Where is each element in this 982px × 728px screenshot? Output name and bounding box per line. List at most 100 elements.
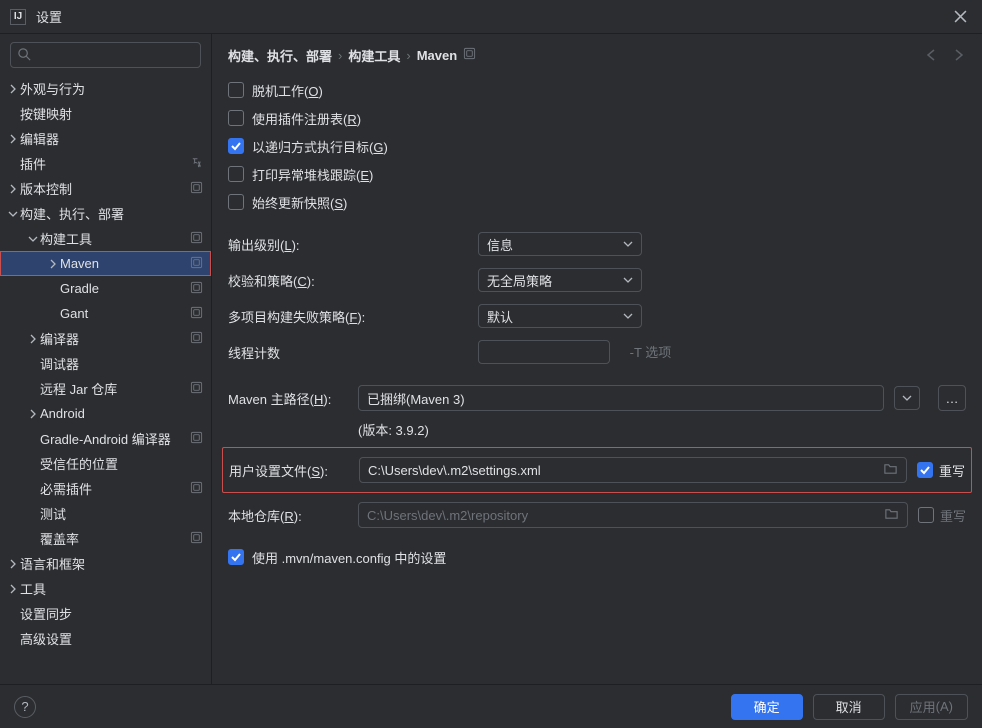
- local-repo-override-checkbox[interactable]: [918, 507, 934, 523]
- local-repo-field[interactable]: C:\Users\dev\.m2\repository: [358, 502, 908, 528]
- plugin-registry-checkbox[interactable]: [228, 110, 244, 126]
- project-scope-icon: [463, 47, 476, 63]
- sidebar-item-label: 测试: [40, 504, 203, 523]
- project-scope-icon: [190, 281, 203, 297]
- sidebar-item-label: 远程 Jar 仓库: [40, 379, 186, 398]
- user-settings-field[interactable]: C:\Users\dev\.m2\settings.xml: [359, 457, 907, 483]
- search-icon: [17, 47, 32, 62]
- footer: ? 确定 取消 应用(A): [0, 684, 982, 728]
- recursive-label[interactable]: 以递归方式执行目标(G): [252, 137, 388, 156]
- chevron-down-icon: [26, 232, 40, 246]
- project-scope-icon: [190, 231, 203, 247]
- sidebar-item[interactable]: 测试: [0, 501, 211, 526]
- checksum-policy-select[interactable]: 无全局策略: [478, 268, 642, 292]
- chevron-down-icon: [6, 207, 20, 221]
- sidebar-item[interactable]: 受信任的位置: [0, 451, 211, 476]
- use-mvn-config-label[interactable]: 使用 .mvn/maven.config 中的设置: [252, 548, 446, 567]
- maven-home-field[interactable]: 已捆绑(Maven 3): [358, 385, 884, 411]
- chevron-right-icon: [6, 557, 20, 571]
- folder-icon[interactable]: [883, 461, 898, 479]
- cancel-button[interactable]: 取消: [813, 694, 885, 720]
- sidebar-item-label: 构建、执行、部署: [20, 204, 203, 223]
- failure-policy-select[interactable]: 默认: [478, 304, 642, 328]
- offline-label[interactable]: 脱机工作(O): [252, 81, 323, 100]
- chevron-down-icon: [623, 311, 633, 321]
- sidebar-item-label: 构建工具: [40, 229, 186, 248]
- project-scope-icon: [190, 306, 203, 322]
- window-title: 设置: [36, 7, 948, 26]
- sidebar-item[interactable]: Gant: [0, 301, 211, 326]
- sidebar-item[interactable]: 版本控制: [0, 176, 211, 201]
- sidebar-item[interactable]: 插件: [0, 151, 211, 176]
- close-button[interactable]: [948, 5, 972, 29]
- offline-checkbox[interactable]: [228, 82, 244, 98]
- use-mvn-config-checkbox[interactable]: [228, 549, 244, 565]
- forward-icon[interactable]: [950, 47, 966, 63]
- local-repo-override-label[interactable]: 重写: [940, 506, 966, 525]
- breadcrumb-1[interactable]: 构建、执行、部署: [228, 46, 332, 65]
- sidebar-item[interactable]: 必需插件: [0, 476, 211, 501]
- sidebar-item[interactable]: 构建工具: [0, 226, 211, 251]
- breadcrumb-2[interactable]: 构建工具: [348, 46, 400, 65]
- sidebar-item[interactable]: Android: [0, 401, 211, 426]
- sidebar-item-label: 受信任的位置: [40, 454, 203, 473]
- chevron-right-icon: [26, 332, 40, 346]
- sidebar-item[interactable]: 构建、执行、部署: [0, 201, 211, 226]
- maven-home-dropdown[interactable]: [894, 386, 920, 410]
- sidebar-item[interactable]: Gradle: [0, 276, 211, 301]
- project-scope-icon: [190, 331, 203, 347]
- breadcrumb-3[interactable]: Maven: [417, 48, 457, 63]
- sidebar-item[interactable]: 按键映射: [0, 101, 211, 126]
- back-icon[interactable]: [924, 47, 940, 63]
- thread-count-hint: -T 选项: [630, 345, 672, 360]
- chevron-right-icon: [6, 582, 20, 596]
- recursive-checkbox[interactable]: [228, 138, 244, 154]
- sidebar-item-label: 外观与行为: [20, 79, 203, 98]
- sidebar-item[interactable]: 工具: [0, 576, 211, 601]
- chevron-right-icon: [6, 132, 20, 146]
- project-scope-icon: [190, 181, 203, 197]
- chevron-right-icon: [6, 182, 20, 196]
- chevron-down-icon: [623, 239, 633, 249]
- apply-button[interactable]: 应用(A): [895, 694, 968, 720]
- settings-content: 脱机工作(O) 使用插件注册表(R) 以递归方式执行目标(G) 打印异常堆栈跟踪…: [212, 76, 982, 684]
- sidebar-item-label: Gradle-Android 编译器: [40, 429, 186, 448]
- sidebar-item-label: 按键映射: [20, 104, 203, 123]
- check-icon: [230, 140, 242, 152]
- sidebar-item[interactable]: 设置同步: [0, 601, 211, 626]
- help-button[interactable]: ?: [14, 696, 36, 718]
- user-settings-highlight: 用户设置文件(S): C:\Users\dev\.m2\settings.xml…: [222, 447, 972, 493]
- project-scope-icon: [190, 381, 203, 397]
- stacktrace-checkbox[interactable]: [228, 166, 244, 182]
- ok-button[interactable]: 确定: [731, 694, 803, 720]
- sidebar-item[interactable]: 高级设置: [0, 626, 211, 651]
- project-scope-icon: [190, 256, 203, 272]
- sidebar-item[interactable]: 覆盖率: [0, 526, 211, 551]
- sidebar-item-label: 工具: [20, 579, 203, 598]
- chevron-right-icon: [46, 257, 60, 271]
- sidebar-item[interactable]: 编译器: [0, 326, 211, 351]
- user-settings-override-label[interactable]: 重写: [939, 461, 965, 480]
- user-settings-override-checkbox[interactable]: [917, 462, 933, 478]
- sidebar-item[interactable]: Gradle-Android 编译器: [0, 426, 211, 451]
- titlebar: IJ 设置: [0, 0, 982, 34]
- snapshots-label[interactable]: 始终更新快照(S): [252, 193, 347, 212]
- plugin-registry-label[interactable]: 使用插件注册表(R): [252, 109, 361, 128]
- stacktrace-label[interactable]: 打印异常堆栈跟踪(E): [252, 165, 373, 184]
- output-level-select[interactable]: 信息: [478, 232, 642, 256]
- search-input[interactable]: [10, 42, 201, 68]
- sidebar-item[interactable]: 远程 Jar 仓库: [0, 376, 211, 401]
- sidebar-item[interactable]: Maven: [0, 251, 211, 276]
- folder-icon[interactable]: [884, 506, 899, 524]
- sidebar-item[interactable]: 语言和框架: [0, 551, 211, 576]
- sidebar-item-label: 覆盖率: [40, 529, 186, 548]
- sidebar-item[interactable]: 外观与行为: [0, 76, 211, 101]
- snapshots-checkbox[interactable]: [228, 194, 244, 210]
- settings-tree: 外观与行为按键映射编辑器插件版本控制构建、执行、部署构建工具MavenGradl…: [0, 76, 211, 684]
- sidebar-item[interactable]: 编辑器: [0, 126, 211, 151]
- maven-home-browse[interactable]: …: [938, 385, 966, 411]
- thread-count-input[interactable]: [478, 340, 610, 364]
- chevron-right-icon: [26, 407, 40, 421]
- sidebar-item-label: 必需插件: [40, 479, 186, 498]
- sidebar-item[interactable]: 调试器: [0, 351, 211, 376]
